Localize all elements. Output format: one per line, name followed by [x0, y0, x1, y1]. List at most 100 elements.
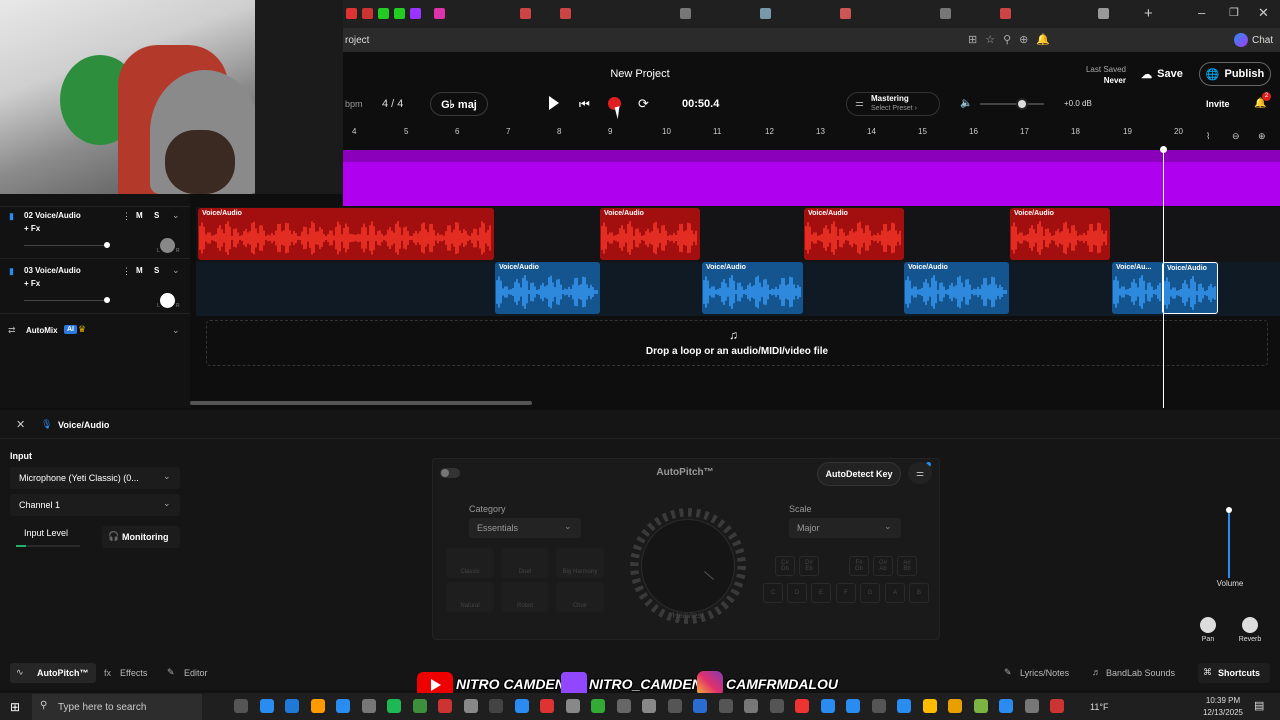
- heaviness-knob[interactable]: [641, 519, 735, 613]
- taskbar-app-icon[interactable]: [489, 699, 503, 713]
- mute-button[interactable]: M: [136, 266, 143, 275]
- taskbar-app-icon[interactable]: [412, 699, 427, 713]
- track-volume-slider[interactable]: [24, 300, 108, 301]
- tab-effects[interactable]: Effects: [120, 668, 147, 678]
- taskbar-app-icon[interactable]: [310, 699, 325, 713]
- new-tab-icon[interactable]: +: [1144, 5, 1153, 22]
- taskbar-app-icon[interactable]: [616, 699, 631, 713]
- taskbar-app-icon[interactable]: [667, 699, 682, 713]
- preset-button-choir[interactable]: Choir: [556, 582, 604, 612]
- tab-favicon[interactable]: [680, 8, 691, 19]
- taskbar-app-icon[interactable]: [234, 699, 248, 713]
- taskbar-app-icon[interactable]: [973, 699, 988, 713]
- pan-knob[interactable]: [1200, 617, 1216, 633]
- time-signature[interactable]: 4 / 4: [382, 98, 403, 110]
- timeline-ruler[interactable]: [345, 125, 1280, 139]
- taskbar-app-icon[interactable]: [285, 699, 299, 713]
- audio-clip[interactable]: Voice/Audio: [904, 262, 1009, 314]
- taskbar-app-icon[interactable]: [591, 699, 605, 713]
- clock-time[interactable]: 10:39 PM: [1202, 696, 1244, 705]
- taskbar-app-icon[interactable]: [1050, 699, 1064, 713]
- zoom-out-icon[interactable]: ⊖: [1232, 131, 1240, 142]
- key-button-sharp[interactable]: A# Bb: [897, 556, 917, 576]
- save-button[interactable]: ☁ Save: [1132, 62, 1192, 86]
- audio-clip[interactable]: Voice/Audio: [804, 208, 904, 260]
- audio-clip[interactable]: Voice/Audio: [198, 208, 494, 260]
- publish-button[interactable]: 🌐 Publish: [1199, 62, 1271, 86]
- preset-button-robot[interactable]: Robot: [501, 582, 549, 612]
- track-name[interactable]: 02 Voice/Audio: [24, 211, 81, 220]
- master-volume-handle[interactable]: [1016, 98, 1028, 110]
- chevron-down-icon[interactable]: ⌄: [172, 325, 180, 336]
- play-icon[interactable]: [549, 96, 559, 110]
- zoom-in-icon[interactable]: ⊕: [1258, 131, 1266, 142]
- mute-button[interactable]: M: [136, 211, 143, 220]
- bpm-label[interactable]: bpm: [345, 99, 363, 109]
- solo-button[interactable]: S: [154, 266, 159, 275]
- taskbar-app-icon[interactable]: [387, 699, 401, 713]
- taskbar-app-icon[interactable]: [514, 699, 529, 713]
- taskbar-app-icon[interactable]: [565, 699, 580, 713]
- tab-favicon[interactable]: [362, 8, 373, 19]
- drop-zone[interactable]: [206, 320, 1268, 366]
- key-button-sharp[interactable]: D# Eb: [799, 556, 819, 576]
- minimize-icon[interactable]: –: [1198, 5, 1205, 20]
- playhead[interactable]: [1163, 150, 1164, 408]
- weather-text[interactable]: 11°F: [1090, 702, 1108, 712]
- add-fx-button[interactable]: + Fx: [24, 279, 40, 288]
- audio-clip[interactable]: Voice/Au...: [1112, 262, 1164, 314]
- video-track-band[interactable]: [343, 150, 1280, 206]
- taskbar-app-icon[interactable]: [718, 699, 733, 713]
- taskbar-app-icon[interactable]: [259, 699, 274, 713]
- add-fx-button[interactable]: + Fx: [24, 224, 40, 233]
- snap-icon[interactable]: ⌇: [1206, 131, 1210, 142]
- track-volume-handle[interactable]: [104, 297, 110, 303]
- key-button-natural[interactable]: E: [811, 583, 831, 603]
- loop-icon[interactable]: ⟳: [638, 96, 649, 112]
- preset-button-classic[interactable]: Classic: [446, 548, 494, 578]
- automix-label[interactable]: AutoMix: [26, 326, 58, 335]
- tab-favicon[interactable]: [378, 8, 389, 19]
- taskbar-app-icon[interactable]: [540, 699, 554, 713]
- copilot-icon[interactable]: [1234, 33, 1248, 47]
- tab-favicon[interactable]: [1000, 8, 1011, 19]
- track-pan-knob[interactable]: [160, 238, 175, 253]
- taskbar-app-icon[interactable]: [897, 699, 911, 713]
- notification-center-icon[interactable]: ▤: [1254, 699, 1264, 712]
- chevron-down-icon[interactable]: ⌄: [172, 265, 180, 276]
- taskbar-app-icon[interactable]: [769, 699, 784, 713]
- tab-editor[interactable]: Editor: [184, 668, 208, 678]
- timeline-scrollbar[interactable]: [190, 401, 532, 405]
- key-selector[interactable]: G♭ maj: [430, 92, 488, 116]
- taskbar-app-icon[interactable]: [438, 699, 452, 713]
- preset-button-big-harmony[interactable]: Big Harmony: [556, 548, 604, 578]
- skip-back-icon[interactable]: ⏮: [579, 97, 590, 112]
- volume-handle[interactable]: [1226, 507, 1232, 513]
- preset-button-natural[interactable]: Natural: [446, 582, 494, 612]
- track-menu-icon[interactable]: ⋮: [122, 266, 131, 277]
- playhead-handle[interactable]: [1160, 146, 1167, 153]
- tab-favicon[interactable]: [940, 8, 951, 19]
- clock-date[interactable]: 12/13/2025: [1200, 708, 1246, 717]
- autodetect-key-button[interactable]: AutoDetect Key: [817, 462, 901, 486]
- taskbar-app-icon[interactable]: [693, 699, 707, 713]
- chevron-down-icon[interactable]: ⌄: [172, 210, 180, 221]
- windows-start-icon[interactable]: ⊞: [10, 700, 20, 714]
- taskbar-app-icon[interactable]: [336, 699, 350, 713]
- track-volume-handle[interactable]: [104, 242, 110, 248]
- close-window-icon[interactable]: ✕: [1258, 5, 1269, 21]
- reverb-knob[interactable]: [1242, 617, 1258, 633]
- tab-favicon[interactable]: [1098, 8, 1109, 19]
- master-volume-slider[interactable]: [980, 103, 1044, 105]
- track-name[interactable]: 03 Voice/Audio: [24, 266, 81, 275]
- project-title[interactable]: New Project: [560, 68, 720, 80]
- tab-favicon[interactable]: [394, 8, 405, 19]
- tab-favicon[interactable]: [840, 8, 851, 19]
- taskbar-app-icon[interactable]: [642, 699, 656, 713]
- taskbar-app-icon[interactable]: [361, 699, 376, 713]
- tab-favicon[interactable]: [560, 8, 571, 19]
- key-button-natural[interactable]: F: [836, 583, 856, 603]
- maximize-icon[interactable]: ❐: [1229, 6, 1239, 19]
- taskbar-app-icon[interactable]: [795, 699, 809, 713]
- tab-favicon[interactable]: [434, 8, 445, 19]
